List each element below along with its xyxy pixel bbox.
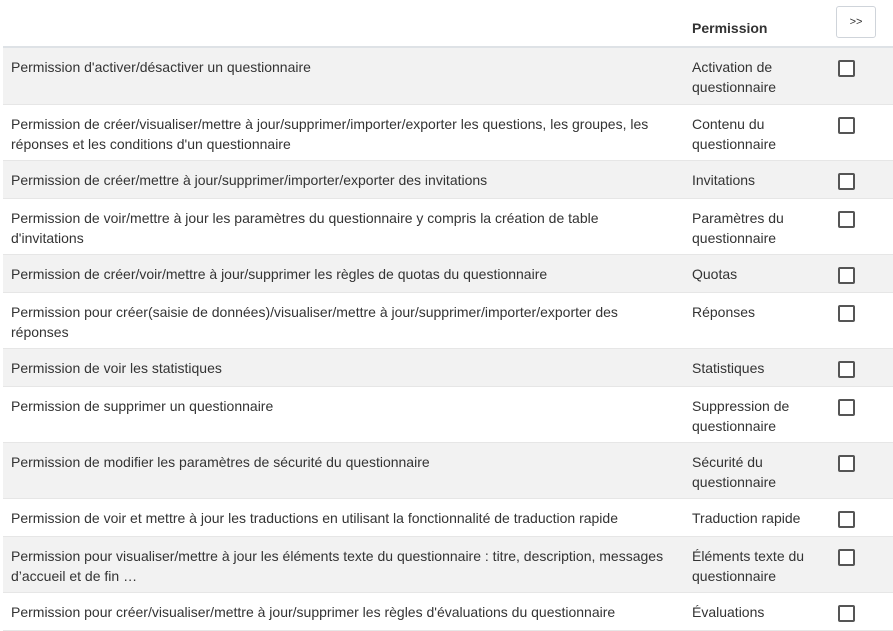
permission-checkbox-cell: [831, 387, 893, 442]
permission-column-header: Permission: [692, 20, 768, 36]
permission-checkbox-cell: [831, 443, 893, 498]
permission-checkbox-cell: [831, 349, 893, 386]
permission-checkbox[interactable]: [838, 605, 855, 622]
permission-name: Réponses: [692, 304, 756, 320]
header-actions: >>: [831, 0, 893, 46]
permission-description: Permission pour créer/visualiser/mettre …: [11, 604, 616, 620]
table-body: Permission d'activer/désactiver un quest…: [3, 48, 893, 631]
permission-checkbox[interactable]: [838, 60, 855, 77]
permission-description: Permission pour créer(saisie de données)…: [11, 304, 618, 340]
permission-checkbox[interactable]: [838, 173, 855, 190]
permission-name: Quotas: [692, 266, 738, 282]
permission-checkbox-cell: [831, 255, 893, 292]
permission-checkbox[interactable]: [838, 399, 855, 416]
permission-checkbox-cell: [831, 199, 893, 254]
description-column-header: [3, 0, 681, 46]
permission-checkbox[interactable]: [838, 511, 855, 528]
permission-description: Permission de créer/mettre à jour/suppri…: [11, 172, 488, 188]
table-row: Permission pour visualiser/mettre à jour…: [3, 537, 893, 593]
permission-name: Éléments texte du questionnaire: [692, 548, 805, 584]
permission-name: Invitations: [692, 172, 756, 188]
permission-name: Statistiques: [692, 360, 765, 376]
table-header: Permission >>: [3, 0, 893, 48]
table-row: Permission d'activer/désactiver un quest…: [3, 48, 893, 105]
permission-checkbox[interactable]: [838, 549, 855, 566]
permission-checkbox-cell: [831, 499, 893, 536]
permission-description: Permission de créer/visualiser/mettre à …: [11, 116, 649, 152]
permission-checkbox-cell: [831, 161, 893, 198]
permission-description: Permission de voir/mettre à jour les par…: [11, 210, 599, 246]
permission-name: Contenu du questionnaire: [692, 116, 777, 152]
permission-checkbox[interactable]: [838, 361, 855, 378]
table-row: Permission de modifier les paramètres de…: [3, 443, 893, 499]
permission-checkbox[interactable]: [838, 211, 855, 228]
permission-description: Permission pour visualiser/mettre à jour…: [11, 548, 664, 584]
permission-checkbox[interactable]: [838, 267, 855, 284]
permission-name: Suppression de questionnaire: [692, 398, 790, 434]
permission-checkbox[interactable]: [838, 117, 855, 134]
table-row: Permission de créer/visualiser/mettre à …: [3, 105, 893, 161]
permission-description: Permission de créer/voir/mettre à jour/s…: [11, 266, 548, 282]
table-row: Permission de voir les statistiques Stati…: [3, 349, 893, 387]
permission-description: Permission de supprimer un questionnaire: [11, 398, 274, 414]
table-row: Permission de créer/voir/mettre à jour/s…: [3, 255, 893, 293]
permission-checkbox[interactable]: [838, 455, 855, 472]
expand-permissions-button[interactable]: >>: [836, 6, 876, 38]
permission-checkbox-cell: [831, 48, 893, 104]
permission-name: Évaluations: [692, 604, 765, 620]
table-row: Permission de supprimer un questionnaire…: [3, 387, 893, 443]
permission-description: Permission de voir les statistiques: [11, 360, 222, 376]
permission-checkbox-cell: [831, 105, 893, 160]
table-row: Permission pour créer(saisie de données)…: [3, 293, 893, 349]
permission-checkbox[interactable]: [838, 305, 855, 322]
permission-name: Paramètres du questionnaire: [692, 210, 784, 246]
permission-checkbox-cell: [831, 293, 893, 348]
permission-description: Permission de modifier les paramètres de…: [11, 454, 430, 470]
permission-description: Permission d'activer/désactiver un quest…: [11, 59, 311, 75]
table-row: Permission pour créer/visualiser/mettre …: [3, 593, 893, 631]
permission-name: Activation de questionnaire: [692, 59, 777, 95]
permissions-table: Permission >> Permission d'activer/désac…: [3, 0, 893, 631]
permission-name: Traduction rapide: [692, 510, 801, 526]
permission-checkbox-cell: [831, 537, 893, 592]
table-row: Permission de voir/mettre à jour les par…: [3, 199, 893, 255]
permission-checkbox-cell: [831, 593, 893, 630]
table-row: Permission de créer/mettre à jour/suppri…: [3, 161, 893, 199]
permission-name: Sécurité du questionnaire: [692, 454, 777, 490]
permission-description: Permission de voir et mettre à jour les …: [11, 510, 618, 526]
table-row: Permission de voir et mettre à jour les …: [3, 499, 893, 537]
